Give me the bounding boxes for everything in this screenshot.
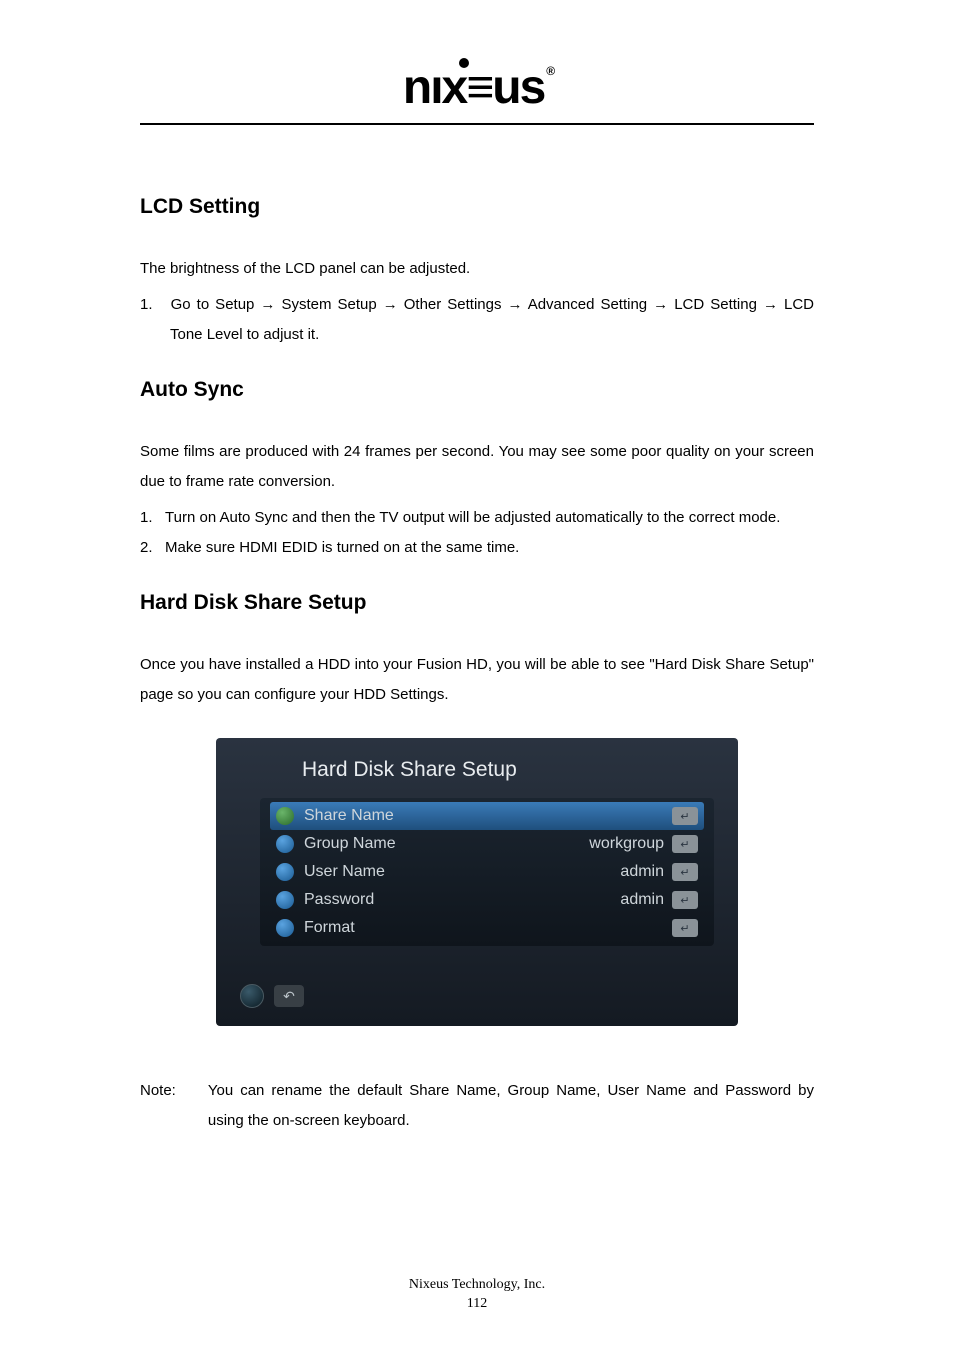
page-footer: Nixeus Technology, Inc. 112 [0,1275,954,1314]
enter-key-icon: ↵ [672,807,698,825]
logo-text: nıx≡us [403,61,544,114]
back-icon[interactable]: ↶ [274,985,304,1007]
bullet-icon [276,891,294,909]
row-label: Password [304,891,620,909]
sync-intro-text: Some films are produced with 24 frames p… [140,437,814,497]
heading-auto-sync: Auto Sync [140,378,814,402]
menu-row-password[interactable]: Password admin ↵ [270,886,704,914]
row-value: workgroup [589,835,664,853]
globe-icon [240,984,264,1008]
bullet-icon [276,919,294,937]
enter-key-icon: ↵ [672,863,698,881]
lcd-step-1: 1. Go to Setup → System Setup → Other Se… [140,290,814,350]
hdd-share-screenshot: Hard Disk Share Setup Share Name ↵ Group… [216,738,738,1026]
brand-logo: nıx≡us® [403,60,551,115]
logo-block: nıx≡us® [140,60,814,115]
hdd-intro-text: Once you have installed a HDD into your … [140,650,814,710]
row-label: Format [304,919,664,937]
logo-dot-icon [459,58,469,68]
note-label: Note: [140,1076,176,1136]
bullet-icon [276,863,294,881]
footer-company: Nixeus Technology, Inc. [0,1275,954,1295]
registered-icon: ® [546,64,553,78]
note-body: You can rename the default Share Name, G… [208,1076,814,1136]
row-label: Group Name [304,835,589,853]
row-label: Share Name [304,807,664,825]
menu-row-format[interactable]: Format ↵ [270,914,704,942]
lcd-intro-text: The brightness of the LCD panel can be a… [140,254,814,284]
menu-row-user-name[interactable]: User Name admin ↵ [270,858,704,886]
row-label: User Name [304,863,620,881]
enter-key-icon: ↵ [672,919,698,937]
note-block: Note: You can rename the default Share N… [140,1076,814,1136]
heading-lcd-setting: LCD Setting [140,195,814,219]
heading-hdd-share: Hard Disk Share Setup [140,591,814,615]
bullet-icon [276,835,294,853]
screenshot-footer: ↶ [240,984,714,1008]
row-value: admin [620,863,664,881]
menu-row-share-name[interactable]: Share Name ↵ [270,802,704,830]
screenshot-menu-list: Share Name ↵ Group Name workgroup ↵ User… [260,798,714,946]
screenshot-title: Hard Disk Share Setup [302,758,714,782]
enter-key-icon: ↵ [672,835,698,853]
footer-page-number: 112 [0,1294,954,1314]
enter-key-icon: ↵ [672,891,698,909]
header-divider [140,123,814,125]
menu-row-group-name[interactable]: Group Name workgroup ↵ [270,830,704,858]
bullet-icon [276,807,294,825]
row-value: admin [620,891,664,909]
sync-step-2: 2. Make sure HDMI EDID is turned on at t… [140,533,814,563]
sync-step-1: 1. Turn on Auto Sync and then the TV out… [140,503,814,533]
